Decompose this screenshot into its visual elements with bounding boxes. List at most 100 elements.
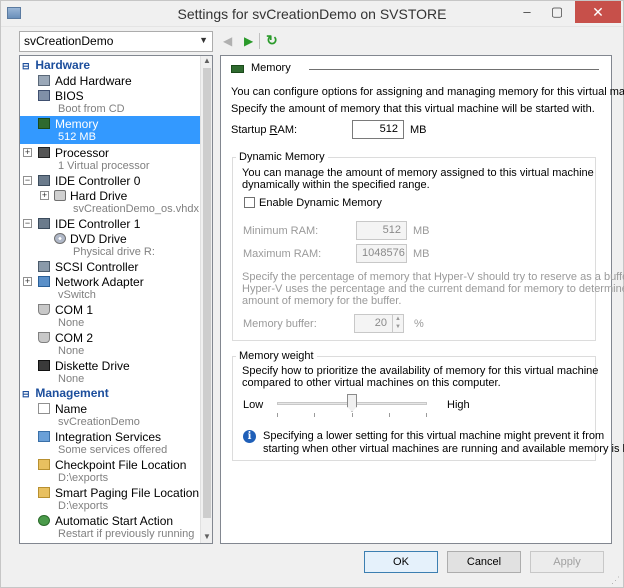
enable-dynamic-memory-label[interactable]: Enable Dynamic Memory: [259, 197, 382, 209]
slider-tick: [426, 413, 427, 417]
tree-item-label: Diskette Drive: [55, 359, 130, 373]
tree-item-automatic-start-action[interactable]: Automatic Start Action Restart if previo…: [20, 513, 200, 541]
maximum-ram-label: Maximum RAM:: [243, 248, 322, 260]
ide-controller-icon: [38, 218, 50, 229]
name-icon: [38, 403, 50, 414]
slider-tick: [352, 413, 353, 417]
resize-grip-icon[interactable]: ⋰: [611, 575, 621, 585]
tree-item-sub: vSwitch: [58, 289, 96, 301]
tree-item-network-adapter[interactable]: + Network Adapter vSwitch: [20, 274, 200, 302]
tree-item-label: Network Adapter: [55, 275, 144, 289]
dynamic-memory-title: Dynamic Memory: [236, 151, 328, 163]
ok-button[interactable]: OK: [364, 551, 438, 573]
close-button[interactable]: ✕: [575, 1, 621, 23]
slider-tick: [314, 413, 315, 417]
buffer-description: amount of memory for the buffer.: [242, 295, 402, 307]
maximum-ram-unit: MB: [413, 248, 430, 260]
cancel-button[interactable]: Cancel: [447, 551, 521, 573]
minimum-ram-input[interactable]: 512: [356, 221, 407, 240]
tree-scrollbar[interactable]: ▲ ▼: [200, 56, 212, 543]
tree-item-sub: Physical drive R:: [73, 246, 155, 258]
scrollbar-thumb[interactable]: [203, 68, 211, 518]
integration-services-icon: [38, 431, 50, 442]
apply-button[interactable]: Apply: [530, 551, 604, 573]
tree-item-label: Processor: [55, 146, 110, 160]
tree-item-sub: None: [58, 345, 85, 357]
scroll-up-icon[interactable]: ▲: [203, 56, 211, 65]
tree-item-sub: D:\exports: [58, 472, 109, 484]
expand-icon[interactable]: +: [23, 148, 32, 157]
collapse-icon[interactable]: −: [23, 219, 32, 228]
dynamic-description: dynamically within the specified range.: [242, 179, 430, 191]
buffer-description: Specify the percentage of memory that Hy…: [242, 271, 624, 283]
tree-item-label: DVD Drive: [70, 232, 127, 246]
tree-item-label: IDE Controller 1: [55, 217, 141, 231]
label-part: Startup: [231, 124, 270, 136]
tree-item-label: SCSI Controller: [55, 260, 139, 274]
vm-selector-value: svCreationDemo: [24, 34, 114, 48]
tree-item-hard-drive[interactable]: + Hard Drive svCreationDemo_os.vhdx: [20, 188, 200, 216]
tree-item-com-2[interactable]: COM 2 None: [20, 330, 200, 358]
tree-item-processor[interactable]: + Processor 1 Virtual processor: [20, 145, 200, 173]
tree-item-label: Hard Drive: [70, 189, 128, 203]
processor-icon: [38, 147, 50, 158]
tree-item-label: Smart Paging File Location: [55, 486, 200, 500]
info-icon: i: [243, 430, 256, 443]
memory-buffer-label: Memory buffer:: [243, 318, 317, 330]
enable-dynamic-memory-checkbox[interactable]: [244, 197, 255, 208]
vm-selector[interactable]: svCreationDemo ▼: [19, 31, 213, 52]
tree-item-diskette-drive[interactable]: Diskette Drive None: [20, 358, 200, 386]
memory-icon: [38, 118, 50, 129]
buffer-description: Hyper-V uses the percentage and the curr…: [242, 283, 624, 295]
startup-ram-unit: MB: [410, 124, 427, 136]
tree-item-sub: svCreationDemo: [58, 416, 140, 428]
tree-item-integration-services[interactable]: Integration Services Some services offer…: [20, 429, 200, 457]
tree-item-sub: Boot from CD: [58, 103, 125, 115]
settings-tree: ⊟ Hardware Add Hardware BIOS Boot from C…: [19, 55, 213, 544]
tree-item-memory[interactable]: Memory 512 MB: [20, 116, 200, 144]
tree-item-sub: Restart if previously running: [58, 528, 195, 540]
com-port-icon: [38, 304, 50, 315]
tree-item-sub: D:\exports: [58, 500, 109, 512]
memory-buffer-spinner[interactable]: ▲ ▼: [392, 315, 403, 332]
tree-item-smart-paging-location[interactable]: Smart Paging File Location D:\exports: [20, 485, 200, 513]
expand-icon[interactable]: +: [40, 191, 49, 200]
collapse-icon: ⊟: [22, 61, 30, 71]
tree-item-label: Add Hardware: [55, 74, 132, 88]
minimize-button[interactable]: –: [512, 1, 542, 23]
expand-icon[interactable]: +: [23, 277, 32, 286]
memory-icon: [231, 65, 244, 73]
startup-description: Specify the amount of memory that this v…: [231, 103, 595, 115]
maximum-ram-input[interactable]: 1048576: [356, 244, 407, 263]
collapse-icon: ⊟: [22, 389, 30, 399]
tree-item-com-1[interactable]: COM 1 None: [20, 302, 200, 330]
tree-item-label: COM 2: [55, 331, 94, 345]
startup-ram-input[interactable]: 512: [352, 120, 404, 139]
dynamic-description: You can manage the amount of memory assi…: [242, 167, 594, 179]
tree-item-checkpoint-location[interactable]: Checkpoint File Location D:\exports: [20, 457, 200, 485]
tree-item-sub: None: [58, 317, 85, 329]
collapse-icon[interactable]: −: [23, 176, 32, 185]
memory-buffer-value: 20: [374, 317, 387, 329]
refresh-icon[interactable]: ↻: [266, 32, 278, 49]
scroll-down-icon[interactable]: ▼: [203, 532, 211, 541]
tree-item-dvd-drive[interactable]: DVD Drive Physical drive R:: [20, 231, 200, 259]
tree-item-bios[interactable]: BIOS Boot from CD: [20, 88, 200, 116]
back-arrow-icon[interactable]: ◀: [223, 34, 232, 48]
memory-description: You can configure options for assigning …: [231, 86, 624, 98]
slider-tick: [277, 413, 278, 417]
maximize-button[interactable]: ▢: [542, 1, 572, 23]
section-management[interactable]: ⊟ Management: [22, 386, 109, 400]
minimum-ram-label: Minimum RAM:: [243, 225, 319, 237]
weight-description: Specify how to prioritize the availabili…: [242, 365, 599, 377]
forward-arrow-icon[interactable]: ▶: [244, 34, 253, 48]
heading-divider: [309, 69, 599, 70]
tree-item-name[interactable]: Name svCreationDemo: [20, 401, 200, 429]
spin-down-icon[interactable]: ▼: [393, 323, 403, 331]
pane-splitter[interactable]: [215, 55, 219, 544]
folder-icon: [38, 459, 50, 470]
tree-item-label: Checkpoint File Location: [55, 458, 187, 472]
section-hardware[interactable]: ⊟ Hardware: [22, 58, 90, 72]
spin-up-icon[interactable]: ▲: [393, 315, 403, 323]
memory-buffer-input[interactable]: 20 ▲ ▼: [354, 314, 404, 333]
